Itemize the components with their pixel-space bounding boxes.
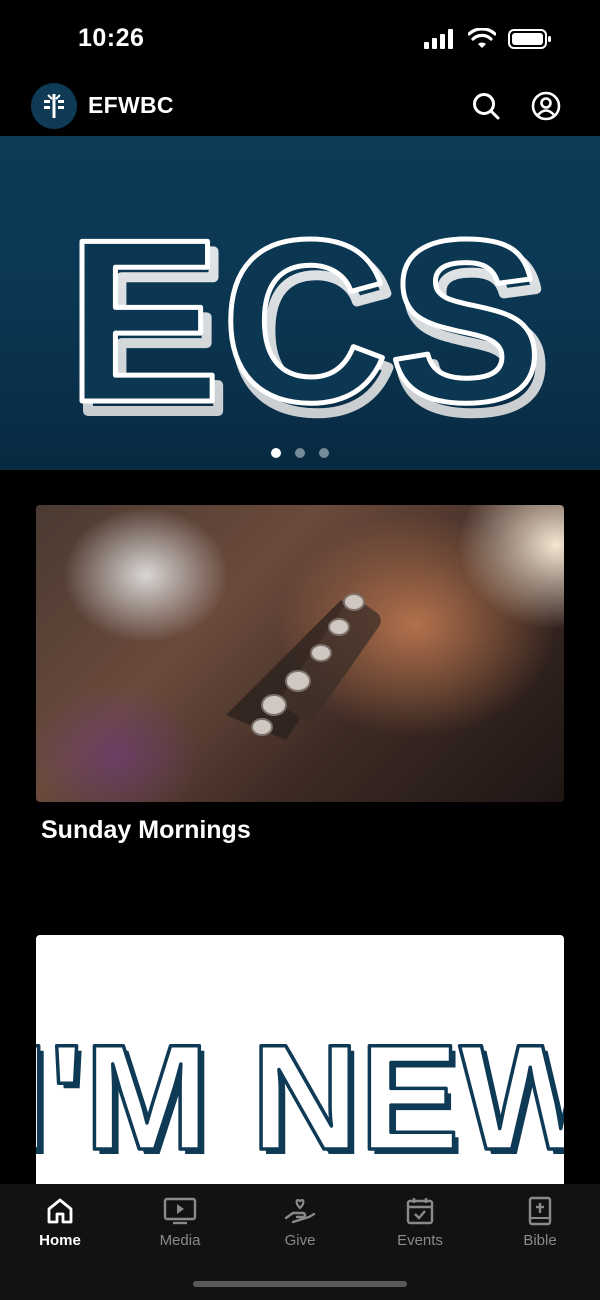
media-icon [163, 1197, 197, 1225]
bible-icon [528, 1196, 552, 1226]
give-icon [284, 1199, 316, 1224]
hero-slide-art: ECS ECS [64, 190, 555, 467]
tab-label: Home [39, 1232, 81, 1249]
content-card[interactable]: Sunday Mornings [36, 505, 564, 845]
app-screen: 10:26 EFWBC ECS ECS Sunday Mornings 'M N… [0, 0, 600, 1300]
carousel-dot[interactable] [319, 448, 329, 458]
status-icons [424, 28, 552, 50]
status-bar: 10:26 [0, 0, 600, 80]
tab-events[interactable]: Events [360, 1194, 480, 1249]
signal-icon [424, 29, 453, 49]
hero-carousel[interactable]: ECS ECS [0, 136, 600, 470]
tab-label: Give [284, 1232, 316, 1249]
carousel-dot[interactable] [295, 448, 305, 458]
search-icon [473, 93, 500, 120]
hero-slide-text-outline: ECS [66, 192, 543, 451]
tab-media[interactable]: Media [120, 1194, 240, 1249]
guitar-headstock-illustration [226, 593, 381, 740]
status-time: 10:26 [78, 24, 145, 52]
card-image-text-outline: I'M NEW [36, 1013, 564, 1181]
app-header: EFWBC [0, 80, 600, 136]
tab-bible[interactable]: Bible [480, 1194, 600, 1249]
card-image-guitar [36, 505, 564, 802]
tab-give[interactable]: Give [240, 1194, 360, 1249]
home-icon [47, 1198, 73, 1224]
wifi-icon [468, 28, 496, 48]
card-title: Sunday Mornings [41, 816, 251, 844]
app-title: EFWBC [88, 92, 174, 118]
carousel-dot[interactable] [271, 448, 281, 458]
carousel-dots [0, 448, 600, 458]
tab-label: Media [159, 1232, 201, 1249]
tab-label: Bible [523, 1232, 557, 1249]
events-icon [406, 1198, 434, 1225]
profile-button[interactable] [530, 90, 562, 122]
battery-icon [508, 29, 551, 49]
church-logo-icon[interactable] [31, 83, 77, 129]
home-indicator[interactable] [193, 1281, 407, 1287]
profile-icon [531, 91, 561, 121]
tab-home[interactable]: Home [0, 1194, 120, 1249]
search-button[interactable] [470, 90, 502, 122]
tab-label: Events [397, 1232, 443, 1249]
